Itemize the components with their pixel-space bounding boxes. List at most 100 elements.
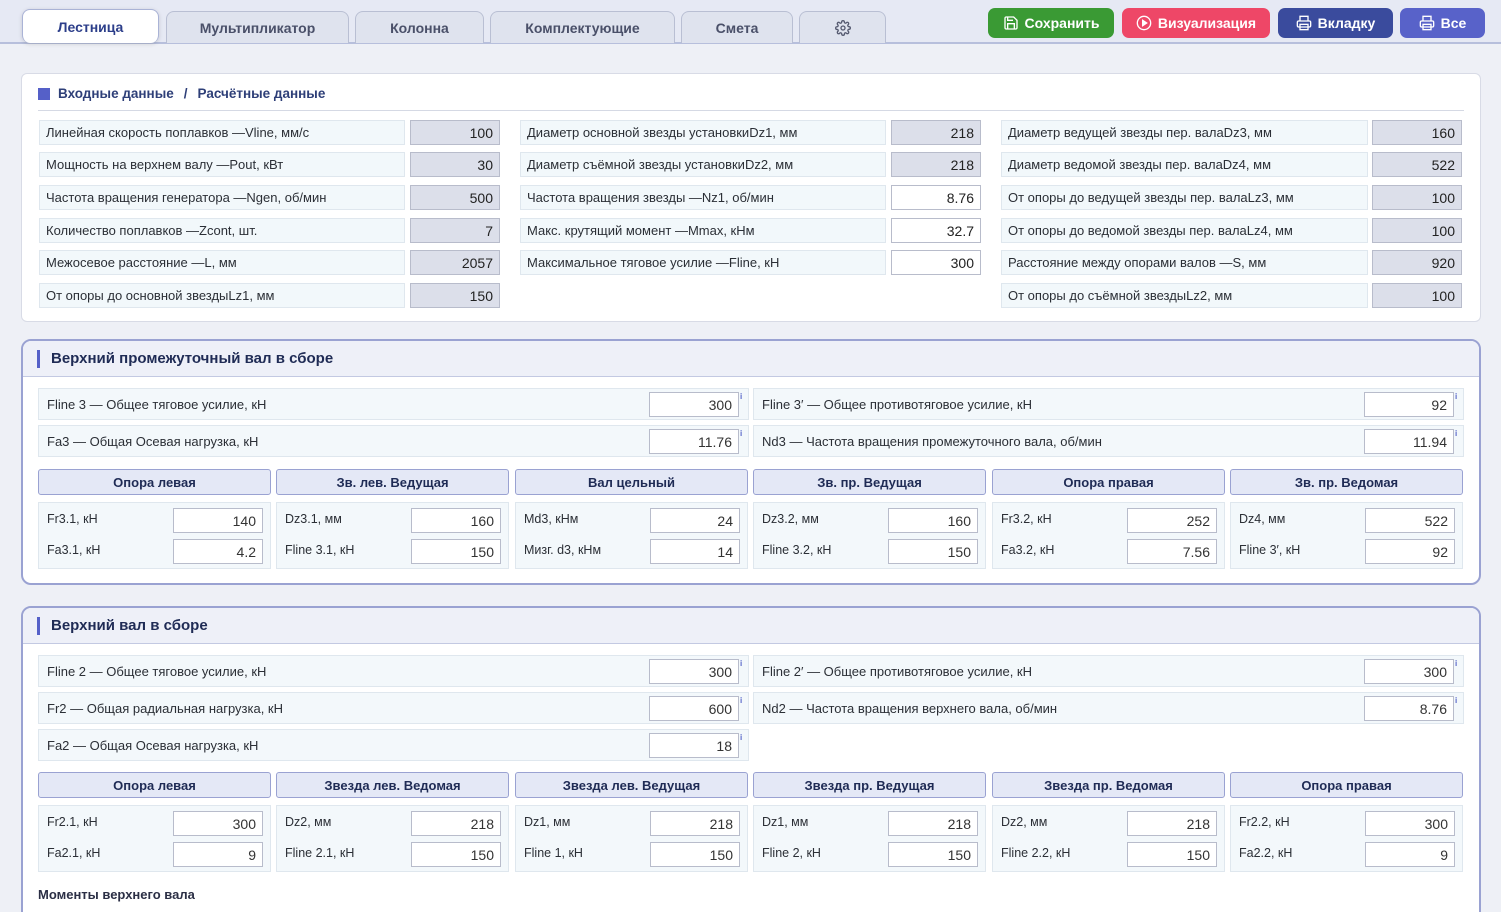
column-field-value[interactable]: 92 (1365, 539, 1455, 564)
tab-column[interactable]: Колонна (355, 11, 484, 43)
info-icon[interactable]: i (1455, 696, 1457, 705)
column-field-label: Fline 2.1, кН (285, 846, 355, 860)
gear-icon (834, 19, 851, 36)
column-field-value[interactable]: 252 (1127, 508, 1217, 533)
tab-estimate[interactable]: Смета (681, 11, 793, 43)
column-field-label: Fline 2.2, кН (1001, 846, 1071, 860)
param-row: От опоры до ведущей звезды пер. валаLz3,… (22, 185, 1482, 210)
column-field-label: Dz4, мм (1239, 512, 1286, 526)
column-field-value[interactable]: 160 (411, 508, 501, 533)
field-row: Fa3 — Общая Осевая нагрузка, кН 11.76 i (38, 425, 749, 457)
info-icon[interactable]: i (740, 696, 742, 705)
param-label: От опоры до ведомой звезды пер. валаLz4,… (1001, 218, 1368, 243)
param-row: От опоры до ведомой звезды пер. валаLz4,… (22, 218, 1482, 243)
calc-data-title[interactable]: Расчётные данные (198, 86, 326, 101)
save-button[interactable]: Сохранить (988, 8, 1114, 38)
column-field-value[interactable]: 300 (1365, 811, 1455, 836)
column-field-value[interactable]: 4.2 (173, 539, 263, 564)
info-icon[interactable]: i (740, 392, 742, 401)
field-label: Fa3 — Общая Осевая нагрузка, кН (47, 434, 259, 449)
column-field-label: Dz1, мм (762, 815, 809, 829)
column-field-value[interactable]: 150 (888, 842, 978, 867)
column-field-value[interactable]: 218 (1127, 811, 1217, 836)
info-icon[interactable]: i (1455, 392, 1457, 401)
column-field-value[interactable]: 218 (650, 811, 740, 836)
printer-icon (1419, 15, 1434, 31)
column-field-value[interactable]: 160 (888, 508, 978, 533)
tab-ladder[interactable]: Лестница (22, 9, 159, 43)
field-value[interactable]: 18 (649, 733, 739, 758)
print-all-button[interactable]: Все (1400, 8, 1485, 38)
column-field-value[interactable]: 150 (411, 842, 501, 867)
info-icon[interactable]: i (740, 733, 742, 742)
column-box: Dz2, мм 218 Fline 2.2, кН 150 (992, 805, 1225, 872)
section-title: Верхний промежуточный вал в сборе (23, 341, 1479, 377)
column-field-value[interactable]: 150 (650, 842, 740, 867)
tab-components[interactable]: Комплектующие (490, 11, 675, 43)
column-box: Dz3.1, мм 160 Fline 3.1, кН 150 (276, 502, 509, 569)
field-value[interactable]: 300 (649, 659, 739, 684)
param-value[interactable]: 100 (1372, 283, 1462, 308)
field-value[interactable]: 8.76 (1364, 696, 1454, 721)
field-value[interactable]: 600 (649, 696, 739, 721)
field-label: Fline 3 — Общее тяговое усилие, кН (47, 397, 267, 412)
param-value[interactable]: 920 (1372, 250, 1462, 275)
field-value[interactable]: 300 (1364, 659, 1454, 684)
param-label: Диаметр ведущей звезды пер. валаDz3, мм (1001, 120, 1368, 145)
param-value[interactable]: 160 (1372, 120, 1462, 145)
column-field-value[interactable]: 24 (650, 508, 740, 533)
printer-icon (1296, 15, 1312, 31)
column-field-label: Md3, кНм (524, 512, 579, 526)
field-label: Fa2 — Общая Осевая нагрузка, кН (47, 738, 259, 753)
column-box: Dz1, мм 218 Fline 2, кН 150 (753, 805, 986, 872)
column-header: Зв. пр. Ведущая (753, 469, 986, 495)
column-field-value[interactable]: 150 (888, 539, 978, 564)
column-field-value[interactable]: 9 (1365, 842, 1455, 867)
column-field-value[interactable]: 9 (173, 842, 263, 867)
info-icon[interactable]: i (740, 659, 742, 668)
print-tab-button[interactable]: Вкладку (1278, 8, 1393, 38)
divider (38, 110, 1464, 111)
param-label: От опоры до ведущей звезды пер. валаLz3,… (1001, 185, 1368, 210)
column-field-label: Dz3.2, мм (762, 512, 819, 526)
column-field-value[interactable]: 14 (650, 539, 740, 564)
field-value[interactable]: 11.76 (649, 429, 739, 454)
column-header: Звезда лев. Ведомая (276, 772, 509, 798)
param-label: От опоры до съёмной звездыLz2, мм (1001, 283, 1368, 308)
column-field-value[interactable]: 300 (173, 811, 263, 836)
column-field-label: Fline 1, кН (524, 846, 583, 860)
param-value[interactable]: 100 (1372, 218, 1462, 243)
column-header: Опора правая (992, 469, 1225, 495)
tab-multiplier[interactable]: Мультипликатор (166, 11, 349, 43)
field-value[interactable]: 11.94 (1364, 429, 1454, 454)
column-field-value[interactable]: 7.56 (1127, 539, 1217, 564)
param-value[interactable]: 100 (1372, 185, 1462, 210)
visualize-button[interactable]: Визуализация (1122, 8, 1270, 38)
column-field-value[interactable]: 140 (173, 508, 263, 533)
column-field-value[interactable]: 218 (888, 811, 978, 836)
tab-settings[interactable] (799, 11, 886, 43)
param-label: Диаметр ведомой звезды пер. валаDz4, мм (1001, 152, 1368, 177)
param-row: Диаметр ведомой звезды пер. валаDz4, мм 5… (22, 152, 1482, 177)
field-label: Fline 2′ — Общее противотяговое усилие, … (762, 664, 1032, 679)
info-icon[interactable]: i (1455, 659, 1457, 668)
column-box: Dz1, мм 218 Fline 1, кН 150 (515, 805, 748, 872)
field-row: Fline 2′ — Общее противотяговое усилие, … (753, 655, 1464, 687)
input-data-title[interactable]: Входные данные (58, 86, 174, 101)
column-field-value[interactable]: 522 (1365, 508, 1455, 533)
column-header: Звезда лев. Ведущая (515, 772, 748, 798)
column-field-value[interactable]: 150 (1127, 842, 1217, 867)
column-box: Dz3.2, мм 160 Fline 3.2, кН 150 (753, 502, 986, 569)
field-value[interactable]: 300 (649, 392, 739, 417)
title-separator: / (183, 86, 188, 101)
param-value[interactable]: 522 (1372, 152, 1462, 177)
column-field-value[interactable]: 150 (411, 539, 501, 564)
field-value[interactable]: 92 (1364, 392, 1454, 417)
column-field-label: Fa2.1, кН (47, 846, 101, 860)
info-icon[interactable]: i (740, 429, 742, 438)
field-row: Fline 2 — Общее тяговое усилие, кН 300 i (38, 655, 749, 687)
column-field-label: Fr2.2, кН (1239, 815, 1290, 829)
visualize-label: Визуализация (1157, 15, 1257, 31)
info-icon[interactable]: i (1455, 429, 1457, 438)
column-field-value[interactable]: 218 (411, 811, 501, 836)
